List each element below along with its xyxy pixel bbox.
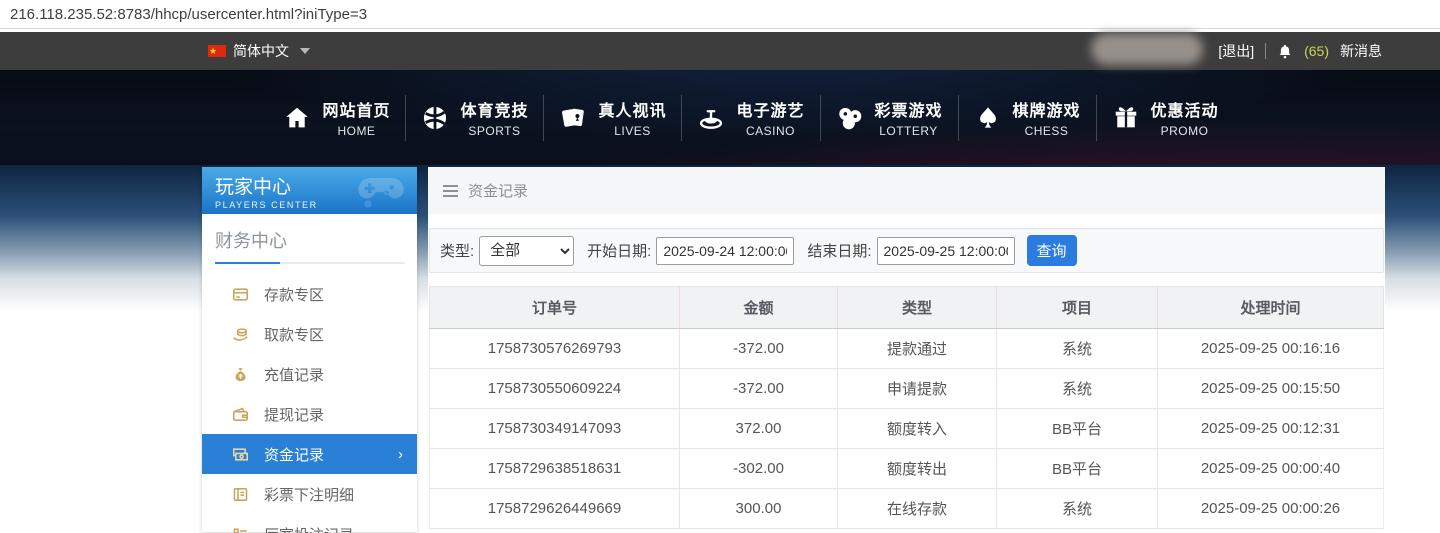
sidebar-item-lottery-bet-details[interactable]: 彩票下注明细 [202, 474, 417, 514]
table-row: 1758729626449669 300.00 在线存款 系统 2025-09-… [429, 488, 1384, 529]
roulette-icon [700, 109, 723, 129]
withdraw-hand-icon [233, 327, 248, 341]
sidebar-item-recharge-records[interactable]: 充值记录 [202, 354, 417, 394]
col-amount: 金额 [679, 286, 838, 329]
chevron-down-icon [300, 48, 310, 54]
nav-item-sports[interactable]: 体育竞技 SPORTS [406, 97, 543, 138]
top-bar: ★ 简体中文 [退出] (65) 新消息 [0, 32, 1440, 70]
chevron-right-icon: › [398, 445, 403, 463]
divider [1265, 43, 1267, 59]
ledger-icon [233, 487, 248, 501]
funds-records-table: 订单号 金额 类型 项目 处理时间 1758730576269793 -372.… [429, 286, 1384, 529]
money-bag-icon [235, 367, 246, 381]
nav-item-casino[interactable]: 电子游艺 CASINO [682, 97, 819, 138]
bell-icon[interactable] [1277, 43, 1293, 60]
table-header-row: 订单号 金额 类型 项目 处理时间 [429, 286, 1384, 329]
col-order-no: 订单号 [429, 286, 680, 329]
main-content: 资金记录 类型: 全部 开始日期: 结束日期: 查询 [428, 167, 1385, 532]
username-redacted [1091, 33, 1204, 65]
sports-ball-icon [424, 106, 447, 129]
sidebar-item-funds-records[interactable]: 资金记录 › [202, 434, 417, 474]
list-icon [233, 527, 247, 533]
sidebar-header: 玩家中心 PLAYERS CENTER [202, 167, 417, 214]
table-row: 1758730576269793 -372.00 提款通过 系统 2025-09… [429, 328, 1384, 369]
start-date-label: 开始日期: [587, 243, 652, 260]
nav-item-lives[interactable]: 真人视讯 LIVES [544, 97, 681, 138]
gamepad-icon [358, 178, 404, 208]
deposit-card-icon [232, 287, 249, 301]
browser-address-bar[interactable]: 216.118.235.52:8783/hhcp/usercenter.html… [0, 0, 1440, 29]
sidebar-item-room-bet-records[interactable]: 厅室投注记录 [202, 514, 417, 533]
type-select[interactable]: 全部 [479, 235, 575, 266]
type-label: 类型: [440, 243, 475, 260]
page-background: 玩家中心 PLAYERS CENTER 财务中心 存款专区 取款专区 充值记录 [0, 165, 1440, 533]
page-url[interactable]: 216.118.235.52:8783/hhcp/usercenter.html… [10, 6, 367, 23]
message-count[interactable]: (65) [1304, 43, 1329, 59]
search-button[interactable]: 查询 [1026, 235, 1077, 266]
nav-item-chess[interactable]: 棋牌游戏 CHESS [959, 97, 1096, 138]
new-messages-link[interactable]: 新消息 [1340, 41, 1382, 61]
table-row: 1758730349147093 372.00 额度转入 BB平台 2025-0… [429, 408, 1384, 449]
breadcrumb: 资金记录 [428, 167, 1385, 214]
spade-icon [979, 106, 996, 128]
cards-icon [562, 108, 585, 127]
start-date-input[interactable] [656, 236, 795, 265]
banknotes-icon [232, 447, 249, 461]
col-time: 处理时间 [1157, 286, 1384, 329]
gift-icon [1115, 106, 1136, 127]
end-date-input[interactable] [876, 236, 1015, 265]
main-navigation: 网站首页 HOME 体育竞技 SPORTS 真人视讯 LIVES 电子游艺 CASINO… [0, 70, 1440, 165]
china-flag-icon: ★ [208, 45, 226, 57]
col-type: 类型 [837, 286, 997, 329]
nav-item-promo[interactable]: 优惠活动 PROMO [1097, 97, 1234, 138]
sidebar-menu: 存款专区 取款专区 充值记录 提现记录 资金记录 › 彩票下注明细 [202, 264, 417, 533]
breadcrumb-label: 资金记录 [468, 183, 529, 200]
menu-icon [443, 184, 458, 197]
end-date-label: 结束日期: [807, 243, 872, 260]
player-center-sidebar: 玩家中心 PLAYERS CENTER 财务中心 存款专区 取款专区 充值记录 [202, 167, 417, 533]
table-row: 1758729638518631 -302.00 额度转出 BB平台 2025-… [429, 448, 1384, 489]
finance-section-title: 财务中心 [215, 231, 287, 251]
table-row: 1758730550609224 -372.00 申请提款 系统 2025-09… [429, 368, 1384, 409]
lottery-balls-icon [838, 107, 861, 129]
filter-bar: 类型: 全部 开始日期: 结束日期: 查询 [429, 228, 1384, 273]
home-icon [286, 107, 309, 127]
sidebar-item-withdrawal-records[interactable]: 提现记录 [202, 394, 417, 434]
nav-item-home[interactable]: 网站首页 HOME [268, 97, 405, 138]
language-label: 简体中文 [233, 43, 289, 59]
wallet-icon [232, 407, 249, 421]
col-project: 项目 [996, 286, 1158, 329]
logout-link[interactable]: [退出] [1218, 41, 1254, 61]
language-selector[interactable]: ★ 简体中文 [208, 41, 310, 61]
nav-item-lottery[interactable]: 彩票游戏 LOTTERY [821, 97, 958, 138]
sidebar-item-deposit-zone[interactable]: 存款专区 [202, 274, 417, 314]
sidebar-item-withdraw-zone[interactable]: 取款专区 [202, 314, 417, 354]
